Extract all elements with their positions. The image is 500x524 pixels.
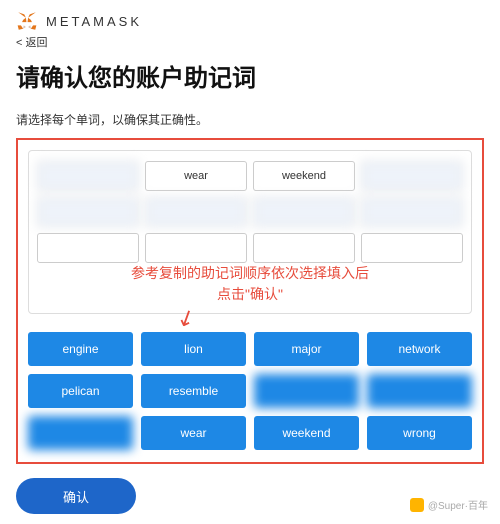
seed-slot-6[interactable] — [253, 197, 355, 227]
watermark: @Super·百年 — [410, 497, 488, 512]
word-choice-network[interactable]: network — [367, 332, 472, 366]
metamask-logo-icon — [16, 10, 38, 32]
word-choice-major[interactable]: major — [254, 332, 359, 366]
seed-slot-11[interactable] — [361, 233, 463, 263]
back-link[interactable]: < 返回 — [16, 34, 484, 50]
word-choice-weekend[interactable]: weekend — [254, 416, 359, 450]
brand-text: METAMASK — [46, 14, 142, 29]
word-choice-resemble[interactable]: resemble — [141, 374, 246, 408]
annotation-box: wearweekend 参考复制的助记词顺序依次选择填入后 点击"确认" ↙ e… — [16, 138, 484, 464]
word-choice-7[interactable] — [367, 374, 472, 408]
seed-slot-1[interactable]: wear — [145, 161, 247, 191]
arrow-icon: ↙ — [172, 302, 200, 333]
seed-slot-4[interactable] — [37, 197, 139, 227]
seed-slot-9[interactable] — [145, 233, 247, 263]
seed-slots-container: wearweekend 参考复制的助记词顺序依次选择填入后 点击"确认" ↙ — [28, 150, 472, 314]
seed-slot-10[interactable] — [253, 233, 355, 263]
seed-slot-3[interactable] — [361, 161, 463, 191]
word-choice-6[interactable] — [254, 374, 359, 408]
weibo-icon — [410, 498, 424, 512]
seed-slots-grid: wearweekend — [37, 161, 463, 263]
seed-slot-8[interactable] — [37, 233, 139, 263]
app-header: METAMASK — [16, 10, 484, 32]
word-choice-pelican[interactable]: pelican — [28, 374, 133, 408]
seed-slot-7[interactable] — [361, 197, 463, 227]
word-choice-wrong[interactable]: wrong — [367, 416, 472, 450]
word-choice-8[interactable] — [28, 416, 133, 450]
word-choice-engine[interactable]: engine — [28, 332, 133, 366]
word-choices-grid: enginelionmajornetwork pelicanresemble wea… — [28, 332, 472, 450]
instruction-overlay: 参考复制的助记词顺序依次选择填入后 点击"确认" — [29, 263, 471, 305]
page-title: 请确认您的账户助记词 — [16, 58, 484, 93]
page-subtitle: 请选择每个单词，以确保其正确性。 — [16, 111, 484, 128]
word-choice-lion[interactable]: lion — [141, 332, 246, 366]
confirm-button[interactable]: 确认 — [16, 478, 136, 514]
seed-slot-2[interactable]: weekend — [253, 161, 355, 191]
seed-slot-0[interactable] — [37, 161, 139, 191]
word-choice-wear[interactable]: wear — [141, 416, 246, 450]
seed-slot-5[interactable] — [145, 197, 247, 227]
